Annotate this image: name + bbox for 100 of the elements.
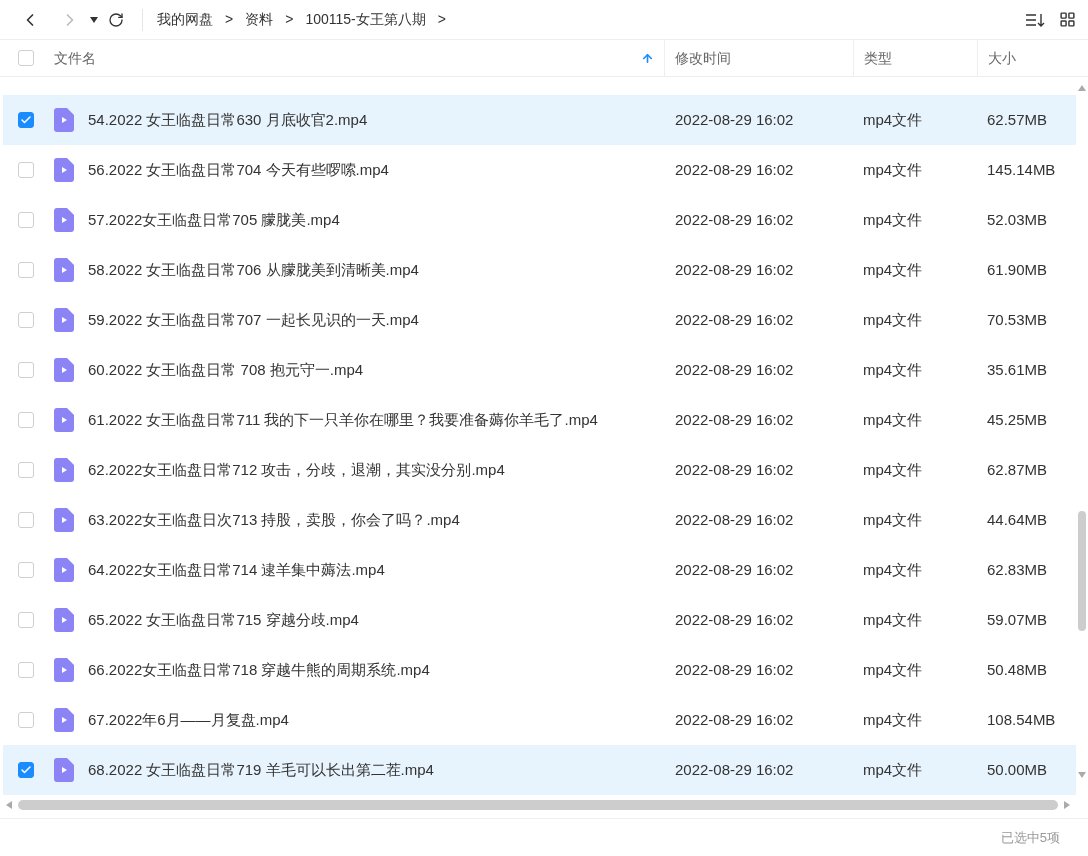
scroll-down-icon[interactable] [1078, 772, 1086, 778]
video-file-icon [54, 358, 74, 382]
video-file-icon [54, 458, 74, 482]
checkbox[interactable] [18, 362, 34, 378]
file-size: 52.03MB [986, 209, 1049, 230]
file-type: mp4文件 [862, 509, 924, 530]
breadcrumb-item[interactable]: 我的网盘 [157, 9, 213, 30]
column-header[interactable]: 文件名 [54, 40, 664, 76]
checkbox[interactable] [18, 512, 34, 528]
modified-time: 2022-08-29 16:02 [674, 109, 795, 130]
file-type: mp4文件 [862, 209, 924, 230]
video-file-icon [54, 308, 74, 332]
selection-count: 已选中5项 [1000, 828, 1060, 847]
breadcrumb-item[interactable]: 资料 [245, 9, 274, 30]
video-file-icon [54, 758, 74, 782]
video-file-icon [54, 208, 74, 232]
modified-time: 2022-08-29 16:02 [674, 409, 795, 430]
file-size: 61.90MB [986, 259, 1049, 280]
checkbox[interactable] [18, 662, 34, 678]
breadcrumb-item[interactable]: 100115-女王第八期 [305, 9, 426, 30]
checkbox[interactable] [18, 162, 34, 178]
file-type: mp4文件 [862, 759, 924, 780]
modified-time: 2022-08-29 16:02 [674, 309, 795, 330]
column-header[interactable]: 类型 [853, 40, 977, 76]
file-size: 50.48MB [986, 659, 1049, 680]
file-name: 57.2022女王临盘日常705 朦胧美.mp4 [88, 209, 341, 230]
checkbox[interactable] [18, 612, 34, 628]
checkbox[interactable] [18, 312, 34, 328]
checkbox[interactable] [18, 412, 34, 428]
checkbox[interactable] [18, 462, 34, 478]
video-file-icon [54, 708, 74, 732]
checkbox[interactable] [18, 262, 34, 278]
file-size: 145.14MB [986, 159, 1057, 180]
file-name: 63.2022女王临盘日次713 持股，卖股，你会了吗？.mp4 [88, 509, 461, 530]
file-type: mp4文件 [862, 559, 924, 580]
modified-time: 2022-08-29 16:02 [674, 609, 795, 630]
file-name: 59.2022 女王临盘日常707 一起长见识的一天.mp4 [88, 309, 420, 330]
checkmark-icon [20, 764, 32, 776]
file-type: mp4文件 [862, 409, 924, 430]
modified-time: 2022-08-29 16:02 [674, 659, 795, 680]
file-type: mp4文件 [862, 359, 924, 380]
file-name: 67.2022年6月——月复盘.mp4 [88, 709, 290, 730]
video-file-icon [54, 258, 74, 282]
modified-time: 2022-08-29 16:02 [674, 359, 795, 380]
checkbox[interactable] [18, 50, 34, 66]
file-type: mp4文件 [862, 309, 924, 330]
modified-time: 2022-08-29 16:02 [674, 259, 795, 280]
vertical-scrollbar[interactable] [1078, 511, 1086, 631]
file-name: 66.2022女王临盘日常718 穿越牛熊的周期系统.mp4 [88, 659, 431, 680]
refresh-icon[interactable] [108, 11, 124, 28]
file-type: mp4文件 [862, 459, 924, 480]
file-name: 64.2022女王临盘日常714 逮羊集中薅法.mp4 [88, 559, 386, 580]
checkbox[interactable] [18, 112, 34, 128]
file-size: 44.64MB [986, 509, 1049, 530]
modified-time: 2022-08-29 16:02 [674, 459, 795, 480]
file-size: 45.25MB [986, 409, 1049, 430]
file-name: 65.2022 女王临盘日常715 穿越分歧.mp4 [88, 609, 360, 630]
modified-time: 2022-08-29 16:02 [674, 509, 795, 530]
dropdown-caret-icon[interactable] [90, 16, 98, 23]
file-name: 62.2022女王临盘日常712 攻击，分歧，退潮，其实没分别.mp4 [88, 459, 506, 480]
column-header[interactable]: 大小 [977, 40, 1083, 76]
breadcrumb-separator: > [285, 10, 294, 29]
column-header[interactable]: 修改时间 [664, 40, 853, 76]
scroll-up-icon[interactable] [1078, 85, 1086, 91]
modified-time: 2022-08-29 16:02 [674, 159, 795, 180]
file-size: 62.57MB [986, 109, 1049, 130]
video-file-icon [54, 108, 74, 132]
file-name: 60.2022 女王临盘日常 708 抱元守一.mp4 [88, 359, 365, 380]
file-size: 50.00MB [986, 759, 1049, 780]
modified-time: 2022-08-29 16:02 [674, 209, 795, 230]
checkbox[interactable] [18, 562, 34, 578]
breadcrumb-separator: > [225, 10, 234, 29]
file-row[interactable]: 68.2022 女王临盘日常719 羊毛可以长出第二茬.mp4 2022-08-29 16:02 mp4文件 50.00MB [3, 745, 1076, 795]
breadcrumb-separator: > [437, 10, 446, 29]
video-file-icon [54, 658, 74, 682]
file-type: mp4文件 [862, 709, 924, 730]
checkbox[interactable] [18, 762, 34, 778]
sort-ascending-icon [641, 51, 654, 65]
checkbox[interactable] [18, 212, 34, 228]
checkmark-icon [20, 114, 32, 126]
scroll-left-icon[interactable] [6, 801, 12, 809]
file-size: 62.83MB [986, 559, 1049, 580]
file-row[interactable]: 54.2022 女王临盘日常630 月底收官2.mp4 2022-08-29 16:02 mp4文件 62.57MB [3, 95, 1076, 145]
file-size: 59.07MB [986, 609, 1049, 630]
checkbox[interactable] [18, 712, 34, 728]
file-type: mp4文件 [862, 609, 924, 630]
file-type: mp4文件 [862, 259, 924, 280]
video-file-icon [54, 558, 74, 582]
file-name: 56.2022 女王临盘日常704 今天有些啰嗦.mp4 [88, 159, 390, 180]
modified-time: 2022-08-29 16:02 [674, 709, 795, 730]
scroll-right-icon[interactable] [1064, 801, 1070, 809]
video-file-icon [54, 508, 74, 532]
file-name: 68.2022 女王临盘日常719 羊毛可以长出第二茬.mp4 [88, 759, 435, 780]
file-size: 62.87MB [986, 459, 1049, 480]
file-type: mp4文件 [862, 659, 924, 680]
file-size: 108.54MB [986, 709, 1057, 730]
file-name: 54.2022 女王临盘日常630 月底收官2.mp4 [88, 109, 369, 130]
grid-view-icon[interactable] [1059, 11, 1076, 28]
horizontal-scrollbar[interactable] [18, 800, 1058, 810]
sort-list-icon[interactable] [1025, 11, 1045, 28]
